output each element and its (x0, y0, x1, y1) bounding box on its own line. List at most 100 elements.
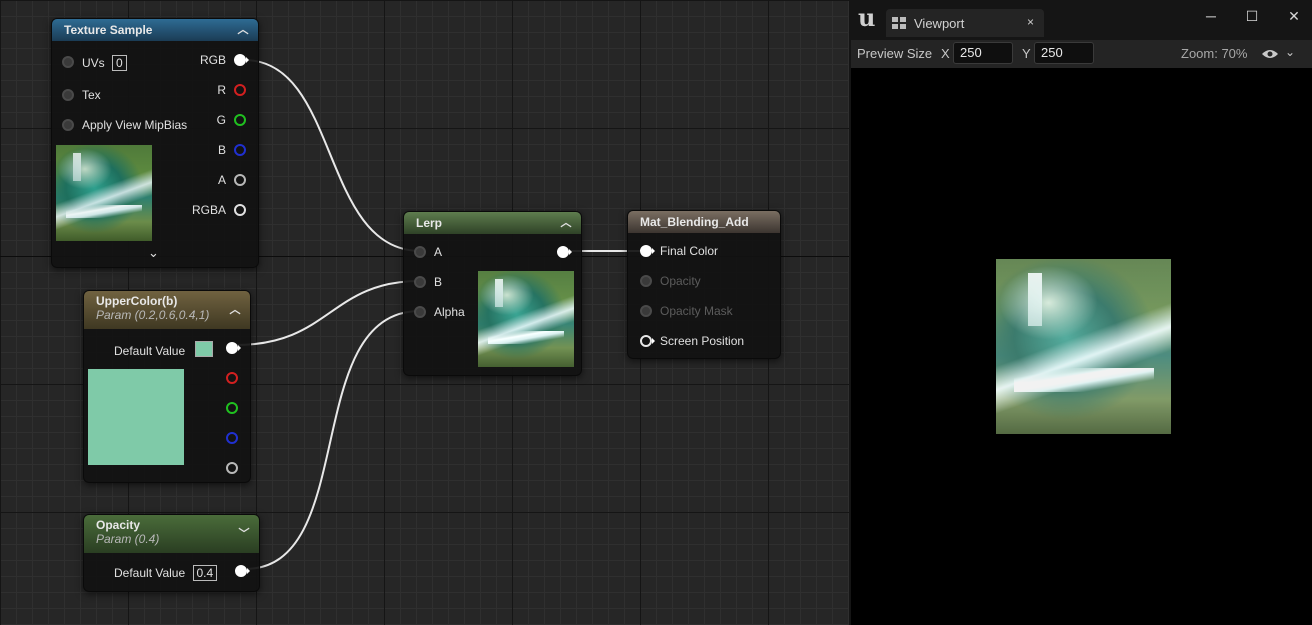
opacity-mask-label: Opacity Mask (660, 304, 733, 318)
default-value-row: Default Value (114, 341, 213, 358)
chevron-down-icon[interactable]: ⌄ (1285, 45, 1295, 59)
opacity-input-row: Opacity (640, 274, 701, 288)
viewport-toolbar: Preview Size X 250 Y 250 Zoom: 70% ⌄ (851, 40, 1312, 68)
preview-size-label: Preview Size (857, 46, 933, 61)
node-subtitle: Param (0.4) (96, 532, 160, 546)
viewport-titlebar: u Viewport × ─ ☐ ✕ (851, 0, 1312, 40)
expand-icon[interactable]: ﹀ (237, 527, 251, 541)
viewport-panel: u Viewport × ─ ☐ ✕ Preview Size X 250 Y … (849, 0, 1312, 625)
r-label: R (217, 83, 226, 97)
final-color-pin[interactable] (640, 245, 655, 257)
node-title: Lerp (416, 216, 443, 230)
collapse-icon[interactable]: ︿ (228, 303, 242, 317)
maximize-button[interactable]: ☐ (1241, 8, 1263, 25)
r-output-pin[interactable] (234, 84, 246, 96)
uppercolor-a-pin[interactable] (226, 462, 238, 474)
uvs-input-pin[interactable] (62, 56, 74, 68)
material-graph-canvas[interactable]: Texture Sample ︿ UVs 0 Tex Apply View Mi… (0, 0, 849, 625)
wire-uppercolor-to-lerp-b (235, 280, 421, 346)
final-color-row: Final Color (640, 244, 718, 258)
material-output-header[interactable]: Mat_Blending_Add (628, 211, 780, 233)
mipbias-input-pin[interactable] (62, 119, 74, 131)
tex-input-row: Tex (62, 88, 101, 102)
b-output-pin[interactable] (234, 144, 246, 156)
uvs-label: UVs (82, 56, 105, 70)
uvs-value[interactable]: 0 (112, 55, 127, 71)
lerp-preview-thumbnail (478, 271, 574, 367)
mipbias-input-row: Apply View MipBias (62, 118, 187, 132)
expand-chevron-icon[interactable]: ⌄ (148, 245, 159, 261)
uppercolor-g-pin[interactable] (226, 402, 238, 414)
lerp-output-pin[interactable] (557, 246, 572, 258)
collapse-icon[interactable]: ︿ (236, 23, 250, 37)
opacity-input-pin (640, 275, 652, 287)
tex-input-pin[interactable] (62, 89, 74, 101)
uppercolor-header[interactable]: UpperColor(b) Param (0.2,0.6,0.4,1) ︿ (84, 291, 250, 329)
lerp-a-row: A (414, 245, 442, 259)
a-output-pin[interactable] (234, 174, 246, 186)
a-output-row: A (218, 173, 246, 187)
rgba-output-row: RGBA (192, 203, 246, 217)
r-output-row: R (217, 83, 246, 97)
preview-x-input[interactable]: 250 (953, 42, 1013, 64)
texture-sample-header[interactable]: Texture Sample ︿ (52, 19, 258, 41)
lerp-alpha-row: Alpha (414, 305, 465, 319)
b-output-row: B (218, 143, 246, 157)
node-title: Texture Sample (64, 23, 153, 37)
unreal-logo-icon: u (858, 3, 876, 32)
collapse-icon[interactable]: ︿ (559, 216, 573, 230)
uvs-input-row: UVs 0 (62, 55, 127, 71)
node-title: Mat_Blending_Add (640, 215, 749, 229)
tab-viewport[interactable]: Viewport × (886, 9, 1044, 37)
lerp-header[interactable]: Lerp ︿ (404, 212, 581, 234)
default-value-row: Default Value 0.4 (114, 565, 218, 581)
uppercolor-output-pin[interactable] (226, 342, 241, 354)
final-color-label: Final Color (660, 244, 719, 258)
lerp-b-pin[interactable] (414, 276, 426, 288)
minimize-button[interactable]: ─ (1200, 8, 1222, 24)
preview-y-input[interactable]: 250 (1034, 42, 1094, 64)
opacity-node[interactable]: Opacity Param (0.4) ﹀ Default Value 0.4 (83, 514, 260, 592)
rgb-output-pin[interactable] (234, 54, 249, 66)
texture-sample-node[interactable]: Texture Sample ︿ UVs 0 Tex Apply View Mi… (51, 18, 259, 268)
viewport-canvas[interactable] (851, 68, 1312, 625)
lerp-alpha-pin[interactable] (414, 306, 426, 318)
material-preview-image (996, 259, 1171, 434)
lerp-a-pin[interactable] (414, 246, 426, 258)
node-subtitle: Param (0.2,0.6,0.4,1) (96, 308, 210, 322)
uppercolor-r-pin[interactable] (226, 372, 238, 384)
mipbias-label: Apply View MipBias (82, 118, 188, 132)
close-window-button[interactable]: ✕ (1283, 8, 1305, 25)
rgb-label: RGB (199, 53, 226, 67)
screen-position-row: Screen Position (640, 334, 744, 348)
g-output-row: G (217, 113, 246, 127)
viewport-tab-icon (892, 17, 906, 29)
uppercolor-node[interactable]: UpperColor(b) Param (0.2,0.6,0.4,1) ︿ De… (83, 290, 251, 483)
rgba-output-pin[interactable] (234, 204, 246, 216)
tex-label: Tex (82, 88, 101, 102)
opacity-mask-pin (640, 305, 652, 317)
lerp-a-label: A (434, 245, 443, 259)
opacity-mask-row: Opacity Mask (640, 304, 733, 318)
lerp-node[interactable]: Lerp ︿ A B Alpha (403, 211, 582, 376)
x-label: X (941, 46, 950, 61)
close-tab-icon[interactable]: × (1027, 15, 1034, 29)
screen-position-label: Screen Position (660, 334, 745, 348)
uppercolor-b-pin[interactable] (226, 432, 238, 444)
default-value-label: Default Value (114, 344, 186, 358)
y-label: Y (1022, 46, 1031, 61)
screen-position-pin[interactable] (640, 335, 655, 347)
opacity-header[interactable]: Opacity Param (0.4) ﹀ (84, 515, 259, 553)
material-output-node[interactable]: Mat_Blending_Add Final Color Opacity Opa… (627, 210, 781, 359)
color-swatch[interactable] (194, 341, 213, 357)
texture-thumbnail (56, 145, 152, 241)
default-value-label: Default Value (114, 566, 186, 580)
zoom-readout: Zoom: 70% (1181, 46, 1248, 61)
default-value-input[interactable]: 0.4 (192, 565, 218, 581)
g-output-pin[interactable] (234, 114, 246, 126)
opacity-output-pin[interactable] (235, 565, 250, 577)
color-preview (88, 369, 184, 465)
rgb-output-row: RGB (199, 53, 249, 67)
eye-icon[interactable] (1262, 49, 1278, 59)
wire-rgb-to-lerp-a (243, 59, 421, 252)
